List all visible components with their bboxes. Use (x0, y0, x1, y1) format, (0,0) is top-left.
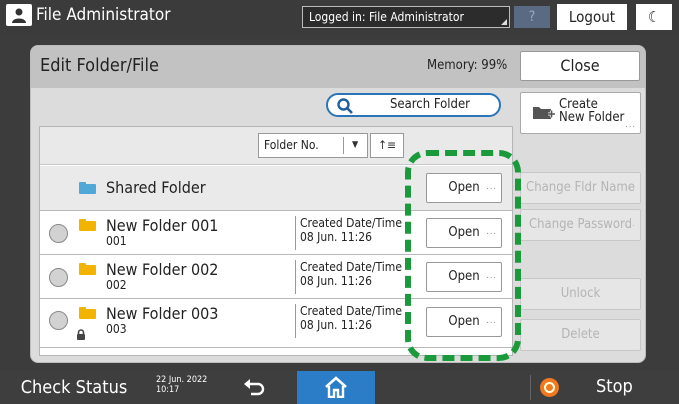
created-date-label: Created Date/Time (300, 305, 402, 318)
more-dots-icon: ... (625, 182, 636, 192)
folder-number: 002 (106, 278, 127, 292)
moon-icon: ☾ (647, 8, 661, 26)
select-radio[interactable] (49, 311, 68, 330)
unlock-button[interactable]: Unlock (520, 278, 641, 310)
home-icon (325, 376, 347, 398)
stop-icon[interactable] (540, 378, 559, 397)
folder-number: 003 (106, 322, 127, 336)
energy-saver-button[interactable]: ☾ (636, 4, 672, 30)
sort-selected-value: Folder No. (264, 138, 319, 152)
login-status-box[interactable]: Logged in: File Administrator (302, 6, 510, 28)
folder-name: New Folder 002 (106, 260, 219, 279)
change-password-button[interactable]: Change Password ... (520, 209, 641, 241)
open-buttons-highlight (405, 150, 521, 361)
create-label-line2: New Folder (559, 110, 625, 125)
created-date-value: 08 Jun. 11:26 (300, 275, 372, 288)
edit-folder-dialog: Edit Folder/File Memory: 99% Close Searc… (30, 45, 646, 363)
delete-button[interactable]: Delete (520, 319, 641, 351)
user-icon (6, 4, 32, 26)
user-title: File Administrator (36, 5, 171, 25)
chevron-down-icon: ▼ (352, 140, 359, 150)
create-new-folder-button[interactable]: Create New Folder ... (520, 92, 641, 134)
folder-name: New Folder 001 (106, 216, 219, 235)
sort-order-icon: ↑≡ (377, 138, 397, 152)
create-folder-label: Create New Folder (559, 98, 624, 124)
bottom-bar: Check Status 22 Jun. 2022 10:17 Stop (0, 371, 679, 404)
created-date-value: 08 Jun. 11:26 (300, 319, 372, 332)
new-folder-icon (533, 107, 555, 119)
logout-button[interactable]: Logout (557, 4, 627, 30)
memory-status: Memory: 99% (427, 58, 508, 73)
check-status-button[interactable]: Check Status (0, 371, 148, 404)
column-divider (295, 304, 296, 338)
back-arrow-icon (244, 379, 265, 396)
folder-icon (79, 307, 96, 319)
help-button[interactable]: ? (514, 6, 550, 28)
top-bar: File Administrator Logged in: File Admin… (0, 0, 679, 34)
stop-button[interactable]: Stop (596, 376, 633, 397)
column-divider (295, 216, 296, 250)
change-name-label: Change Fldr Name (526, 180, 635, 195)
dialog-title: Edit Folder/File (40, 55, 159, 76)
shared-folder-icon (79, 182, 96, 194)
shared-folder-name: Shared Folder (106, 178, 206, 197)
more-dots-icon: ... (625, 120, 636, 130)
search-icon (337, 98, 353, 114)
date-text: 22 Jun. 2022 (156, 375, 208, 385)
select-radio[interactable] (49, 224, 68, 243)
sort-order-button[interactable]: ↑≡ (370, 133, 404, 158)
search-folder-button[interactable]: Search Folder (326, 93, 501, 117)
change-folder-name-button[interactable]: Change Fldr Name ... (520, 172, 641, 204)
more-dots-icon: ... (625, 219, 636, 229)
expand-corner-icon (501, 19, 507, 25)
select-divider (343, 137, 344, 154)
sort-select[interactable]: Folder No. ▼ (258, 133, 368, 158)
date-time: 22 Jun. 2022 10:17 (156, 375, 207, 395)
created-date-label: Created Date/Time (300, 261, 402, 274)
select-radio[interactable] (49, 268, 68, 287)
login-status-text: Logged in: File Administrator (309, 10, 464, 24)
folder-name: New Folder 003 (106, 304, 219, 323)
divider (530, 375, 531, 400)
folder-icon (79, 219, 96, 231)
lock-icon (77, 329, 85, 340)
back-button[interactable] (226, 371, 286, 404)
folder-number: 001 (106, 234, 127, 248)
home-button[interactable] (297, 371, 375, 404)
close-button[interactable]: Close (520, 51, 640, 81)
created-date-label: Created Date/Time (300, 217, 402, 230)
folder-icon (79, 263, 96, 275)
change-password-label: Change Password (528, 217, 633, 232)
search-folder-label: Search Folder (390, 97, 470, 112)
dialog-header: Edit Folder/File Memory: 99% Close (31, 46, 645, 88)
time-text: 10:17 (156, 385, 180, 395)
created-date-value: 08 Jun. 11:26 (300, 231, 372, 244)
column-divider (295, 260, 296, 294)
